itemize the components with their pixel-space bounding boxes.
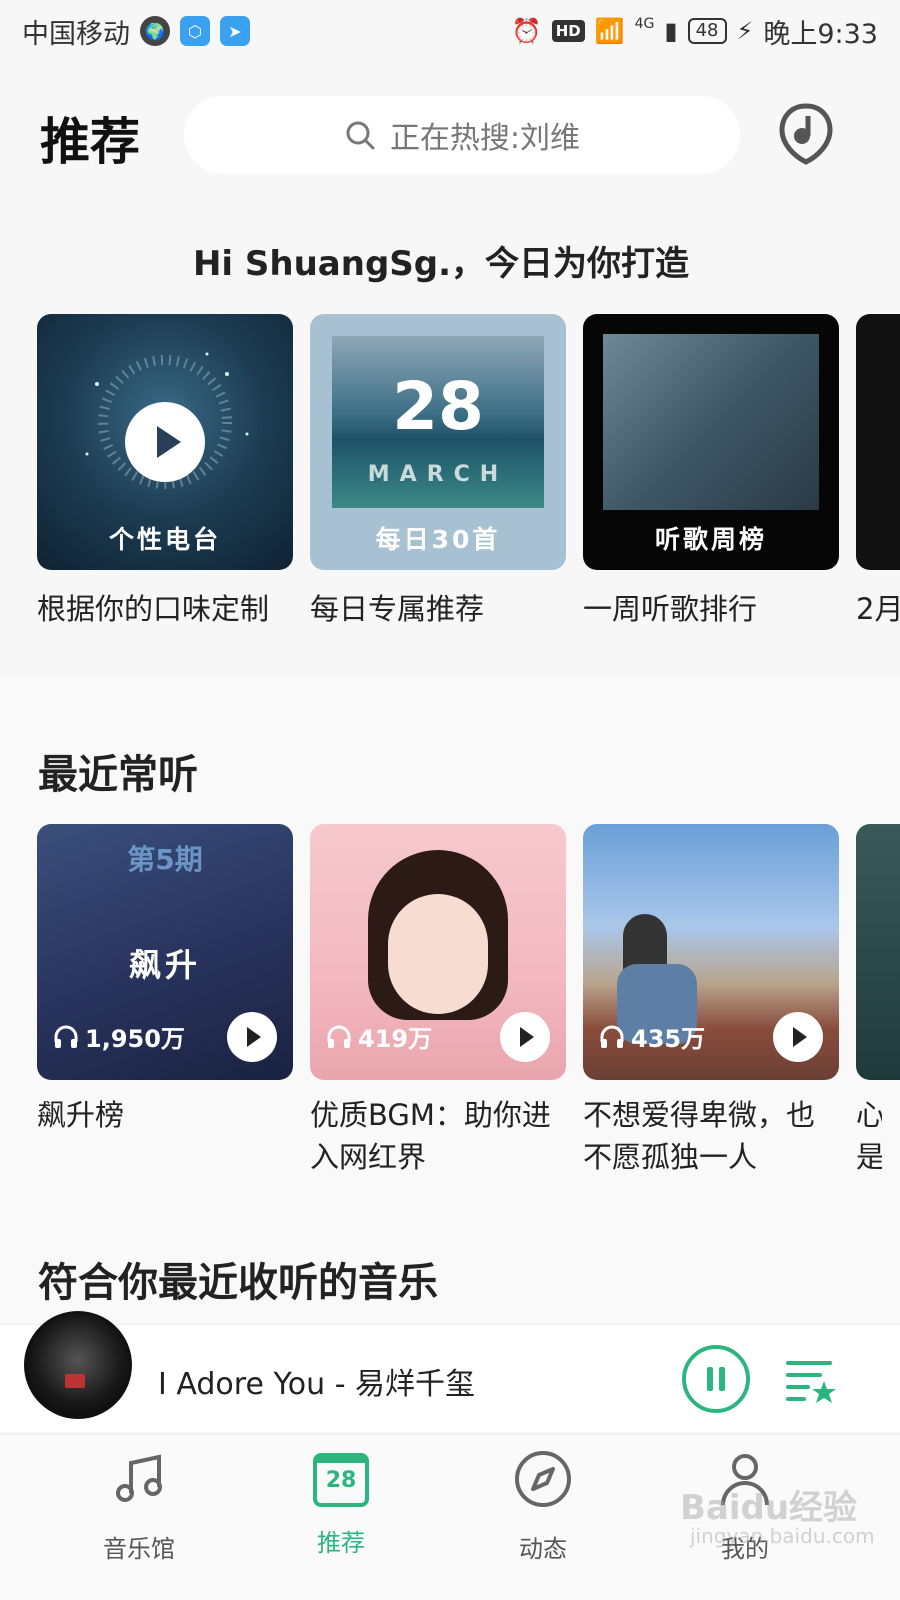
tab-label: 音乐馆	[103, 1535, 175, 1563]
compass-icon	[515, 1451, 571, 1507]
now-playing-cover[interactable]	[24, 1311, 132, 1419]
suggested-section-title: 符合你最近收听的音乐	[38, 1260, 438, 1306]
daily-card-radio[interactable]: 个性电台 根据你的口味定制	[37, 314, 293, 628]
play-count-value: 1,950万	[85, 1025, 185, 1053]
send-app-icon: ➤	[220, 16, 250, 46]
recent-card[interactable]: 435万 不想爱得卑微，也不愿孤独一人	[583, 824, 839, 1178]
play-icon[interactable]	[125, 402, 205, 482]
carrier-name: 中国移动	[22, 18, 130, 50]
daily-row: 个性电台 根据你的口味定制 28 MARCH 每日30首 每日专属推荐 听歌周榜…	[0, 314, 900, 644]
cover-day: 28	[392, 368, 484, 445]
weekly-cover: 听歌周榜	[583, 314, 839, 570]
headphones-icon	[327, 1025, 351, 1048]
page-title: 推荐	[40, 113, 140, 171]
search-icon	[346, 121, 375, 150]
cover-label: 个性电台	[108, 525, 221, 554]
header: 推荐 正在热搜:刘维	[0, 90, 900, 180]
wifi-icon: 📶	[594, 17, 625, 45]
greeting: Hi ShuangSg.，今日为你打造	[192, 244, 690, 284]
card-title: 优质BGM：助你进入网红界	[310, 1098, 551, 1174]
shield-app-icon: ⬡	[180, 16, 210, 46]
headphones-icon	[54, 1025, 78, 1048]
cover-label: 每日30首	[375, 525, 501, 554]
bgm-cover: 419万	[310, 824, 566, 1080]
card-title: 每日专属推荐	[310, 592, 485, 626]
recent-row: 第5期 飙升 1,950万 飙升榜 419万 优质BGM：助你进入网红界 435…	[0, 824, 900, 1194]
play-count: 1,950万	[53, 1019, 185, 1054]
card-title: 一周听歌排行	[583, 592, 758, 626]
tab-music-hall[interactable]: 音乐馆	[74, 1449, 204, 1564]
play-count-value: 435万	[631, 1025, 706, 1053]
card-title: 不想爱得卑微，也不愿孤独一人	[583, 1098, 816, 1174]
cover-photo	[603, 334, 819, 510]
signal-icon: ▮	[664, 17, 678, 45]
alarm-icon: ⏰	[511, 17, 542, 45]
play-count: 435万	[599, 1019, 705, 1054]
now-playing-title[interactable]: I Adore You - 易烊千玺	[158, 1359, 475, 1403]
play-icon[interactable]	[500, 1012, 550, 1062]
watermark: Baidu经验	[680, 1488, 858, 1528]
recent-section-title: 最近常听	[38, 752, 198, 798]
search-placeholder: 正在热搜:刘维	[389, 121, 581, 156]
city-cover: 435万	[583, 824, 839, 1080]
radio-cover: 个性电台	[37, 314, 293, 570]
cover-month: MARCH	[367, 462, 509, 487]
card-title: 心是	[856, 1098, 882, 1174]
cover-label: 听歌周榜	[654, 525, 767, 554]
headphones-icon	[600, 1025, 624, 1048]
tab-label: 动态	[519, 1535, 567, 1563]
play-count-value: 419万	[358, 1025, 433, 1053]
music-radar-icon[interactable]	[778, 102, 834, 166]
card-title: 2月	[856, 592, 900, 626]
hd-badge: HD	[551, 20, 585, 42]
daily-card-30[interactable]: 28 MARCH 每日30首 每日专属推荐	[310, 314, 566, 628]
now-playing-bar[interactable]: I Adore You - 易烊千玺	[0, 1311, 900, 1432]
daily-card-partial[interactable]: 2月	[856, 314, 900, 628]
cover-text: 飙升	[128, 946, 201, 984]
search-bar[interactable]: 正在热搜:刘维	[184, 96, 740, 174]
watermark-url: jingyan.baidu.com	[690, 1524, 875, 1548]
globe-icon: 🌍	[140, 16, 170, 46]
tab-recommend[interactable]: 28 推荐	[276, 1449, 406, 1558]
daily30-cover: 28 MARCH 每日30首	[310, 314, 566, 570]
chart-cover: 第5期 飙升 1,950万	[37, 824, 293, 1080]
clock: 晚上9:33	[763, 18, 878, 50]
playlist-icon[interactable]	[784, 1353, 838, 1407]
recent-card[interactable]: 第5期 飙升 1,950万 飙升榜	[37, 824, 293, 1136]
daily-card-weekly[interactable]: 听歌周榜 一周听歌排行	[583, 314, 839, 628]
card-title: 根据你的口味定制	[37, 592, 270, 626]
partial-cover	[856, 314, 900, 570]
music-note-icon	[116, 1454, 162, 1502]
cover-badge: 第5期	[127, 843, 203, 876]
card-title: 飙升榜	[37, 1098, 125, 1132]
calendar-icon: 28	[313, 1453, 369, 1507]
network-type: 4G	[634, 16, 655, 32]
recent-card[interactable]: 419万 优质BGM：助你进入网红界	[310, 824, 566, 1178]
tab-label: 推荐	[317, 1529, 365, 1557]
partial-cover	[856, 824, 900, 1080]
battery-level: 48	[687, 18, 727, 44]
pause-icon[interactable]	[682, 1345, 750, 1413]
play-count: 419万	[326, 1019, 432, 1054]
recent-card-partial[interactable]: 心是	[856, 824, 900, 1178]
play-icon[interactable]	[773, 1012, 823, 1062]
tab-feed[interactable]: 动态	[478, 1449, 608, 1564]
charging-icon: ⚡	[736, 17, 754, 45]
status-bar: 中国移动 🌍 ⬡ ➤ ⏰ HD 📶 4G ▮ 48 ⚡ 晚上9:33	[0, 0, 900, 62]
play-icon[interactable]	[227, 1012, 277, 1062]
face-shape	[388, 894, 488, 1014]
